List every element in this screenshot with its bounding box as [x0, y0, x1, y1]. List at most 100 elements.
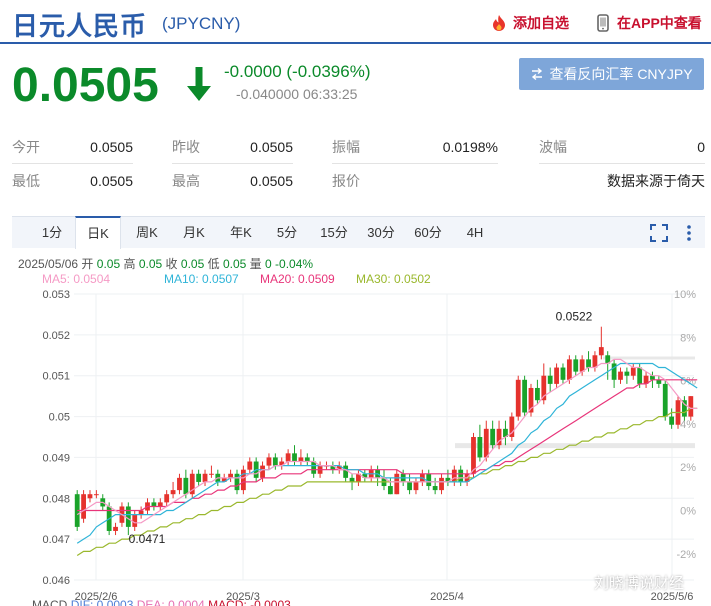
candle-body: [598, 347, 604, 356]
stats-row: 最低 0.0505 最高 0.0505 报价 数据来源于倚天: [12, 164, 705, 198]
candle-body: [439, 477, 444, 491]
candle-body: [228, 473, 233, 478]
candle-body: [560, 367, 566, 380]
candle-body: [260, 465, 265, 478]
macd-readout: MACD DIF: 0.0003 DEA: 0.0004 MACD: -0.00…: [32, 598, 291, 606]
down-arrow-icon: [187, 67, 211, 101]
candle-body: [164, 494, 170, 503]
stat-label: 最低: [12, 173, 40, 189]
fullscreen-icon[interactable]: [648, 222, 670, 244]
candle-body: [209, 473, 214, 475]
data-source-note: 数据来源于倚天: [607, 173, 705, 189]
reverse-rate-button[interactable]: 查看反向汇率 CNYJPY: [519, 58, 704, 90]
ohlc-date: 2025/05/06: [18, 257, 79, 271]
candle-body: [566, 359, 572, 380]
tab-yearly-k[interactable]: 年K: [218, 217, 264, 249]
add-favorite-button[interactable]: 添加自选: [490, 13, 569, 33]
stat-label: 昨收: [172, 139, 200, 155]
candle-body: [451, 469, 457, 482]
swap-icon: [532, 67, 543, 81]
y-percent-label: 0%: [680, 506, 696, 518]
tab-4h[interactable]: 4H: [453, 217, 497, 249]
candle-body: [432, 486, 438, 491]
candle-body: [183, 477, 189, 495]
y-tick-label: 0.052: [42, 330, 70, 342]
ma30-line: [76, 407, 698, 557]
tab-30min[interactable]: 30分: [358, 217, 404, 249]
candle-body: [490, 428, 496, 446]
candlestick-chart[interactable]: 0.053 0.052 0.051 0.05 0.049 0.048 0.047 0.046 1…: [0, 284, 711, 606]
tab-60min[interactable]: 60分: [405, 217, 451, 249]
macd-value: MACD: -0.0003: [208, 598, 291, 606]
ohlc-readout: 2025/05/06 开 0.05 高 0.05 收 0.05 低 0.05 量…: [18, 255, 313, 272]
y-percent-label: -2%: [676, 549, 696, 561]
tab-daily-k[interactable]: 日K: [75, 216, 121, 249]
current-price: 0.0505: [12, 59, 159, 112]
stat-value: 0: [697, 139, 705, 155]
y-tick-label: 0.05: [49, 412, 70, 424]
candle-body: [535, 387, 540, 401]
candle-body: [394, 473, 400, 495]
fire-icon: [493, 15, 505, 31]
low-value: 0.05: [222, 257, 247, 271]
close-value: 0.05: [180, 257, 205, 271]
candle-body: [157, 502, 163, 507]
y-percent-label: 10%: [674, 289, 696, 301]
y-tick-label: 0.053: [42, 289, 70, 301]
stats-row: 今开 0.0505 昨收 0.0505 振幅 0.0198% 波幅 0: [12, 130, 705, 164]
y-tick-label: 0.051: [42, 371, 70, 383]
macd-title: MACD: [32, 598, 68, 606]
candle-body: [407, 481, 412, 491]
macd-dea: DEA: 0.0004: [136, 598, 205, 606]
stat-value: [412, 164, 498, 198]
candle-body: [202, 473, 208, 482]
stat-value: 0.0505: [250, 139, 293, 155]
tab-monthly-k[interactable]: 月K: [171, 217, 217, 249]
stat-label: 今开: [12, 139, 40, 155]
tab-1min[interactable]: 1分: [30, 217, 74, 249]
stat-value: 0.0505: [90, 139, 133, 155]
y-percent-label: 4%: [680, 419, 696, 431]
candle-body: [285, 453, 291, 462]
candle-body: [151, 502, 157, 507]
candle-body: [662, 383, 668, 417]
quote-stats: 今开 0.0505 昨收 0.0505 振幅 0.0198% 波幅 0 最低 0…: [12, 130, 705, 198]
candle-body: [656, 379, 662, 384]
y-tick-label: 0.047: [42, 534, 70, 546]
high-label: 高: [123, 257, 136, 271]
stat-value: 0.0505: [90, 173, 133, 189]
close-label: 收: [165, 257, 178, 271]
min-annotation: 0.0471: [129, 532, 166, 546]
candle-body: [426, 473, 432, 487]
candle-body: [93, 494, 99, 496]
candle-body: [196, 473, 202, 482]
candle-body: [669, 416, 675, 425]
open-in-app-button[interactable]: 在APP中查看: [594, 13, 702, 33]
y-percent-label: 8%: [680, 332, 696, 344]
chart-period-tabs: 1分 日K 周K 月K 年K 5分 15分 30分 60分 4H: [12, 216, 705, 249]
candle-body: [177, 477, 182, 491]
tab-weekly-k[interactable]: 周K: [125, 217, 169, 249]
candle-body: [125, 506, 131, 527]
candle-body: [688, 396, 694, 417]
tab-15min[interactable]: 15分: [311, 217, 357, 249]
reverse-rate-label: 查看反向汇率 CNYJPY: [549, 66, 693, 82]
symbol-code: (JPYCNY): [162, 14, 241, 33]
y-tick-label: 0.046: [42, 575, 70, 587]
candle-body: [630, 367, 636, 376]
y-tick-label: 0.049: [42, 452, 70, 464]
candle-body: [387, 486, 393, 495]
candle-body: [81, 494, 86, 519]
candle-body: [515, 379, 521, 417]
candle-body: [483, 428, 489, 458]
low-label: 低: [207, 257, 220, 271]
open-value: 0.05: [96, 257, 121, 271]
stat-value: 0.0505: [250, 173, 293, 189]
candle-body: [573, 359, 579, 372]
open-in-app-label: 在APP中查看: [617, 15, 702, 31]
ma10-line: [76, 362, 698, 544]
stat-label: 波幅: [539, 139, 567, 155]
tab-5min[interactable]: 5分: [265, 217, 309, 249]
more-options-icon[interactable]: [678, 222, 700, 244]
candle-body: [586, 359, 591, 368]
